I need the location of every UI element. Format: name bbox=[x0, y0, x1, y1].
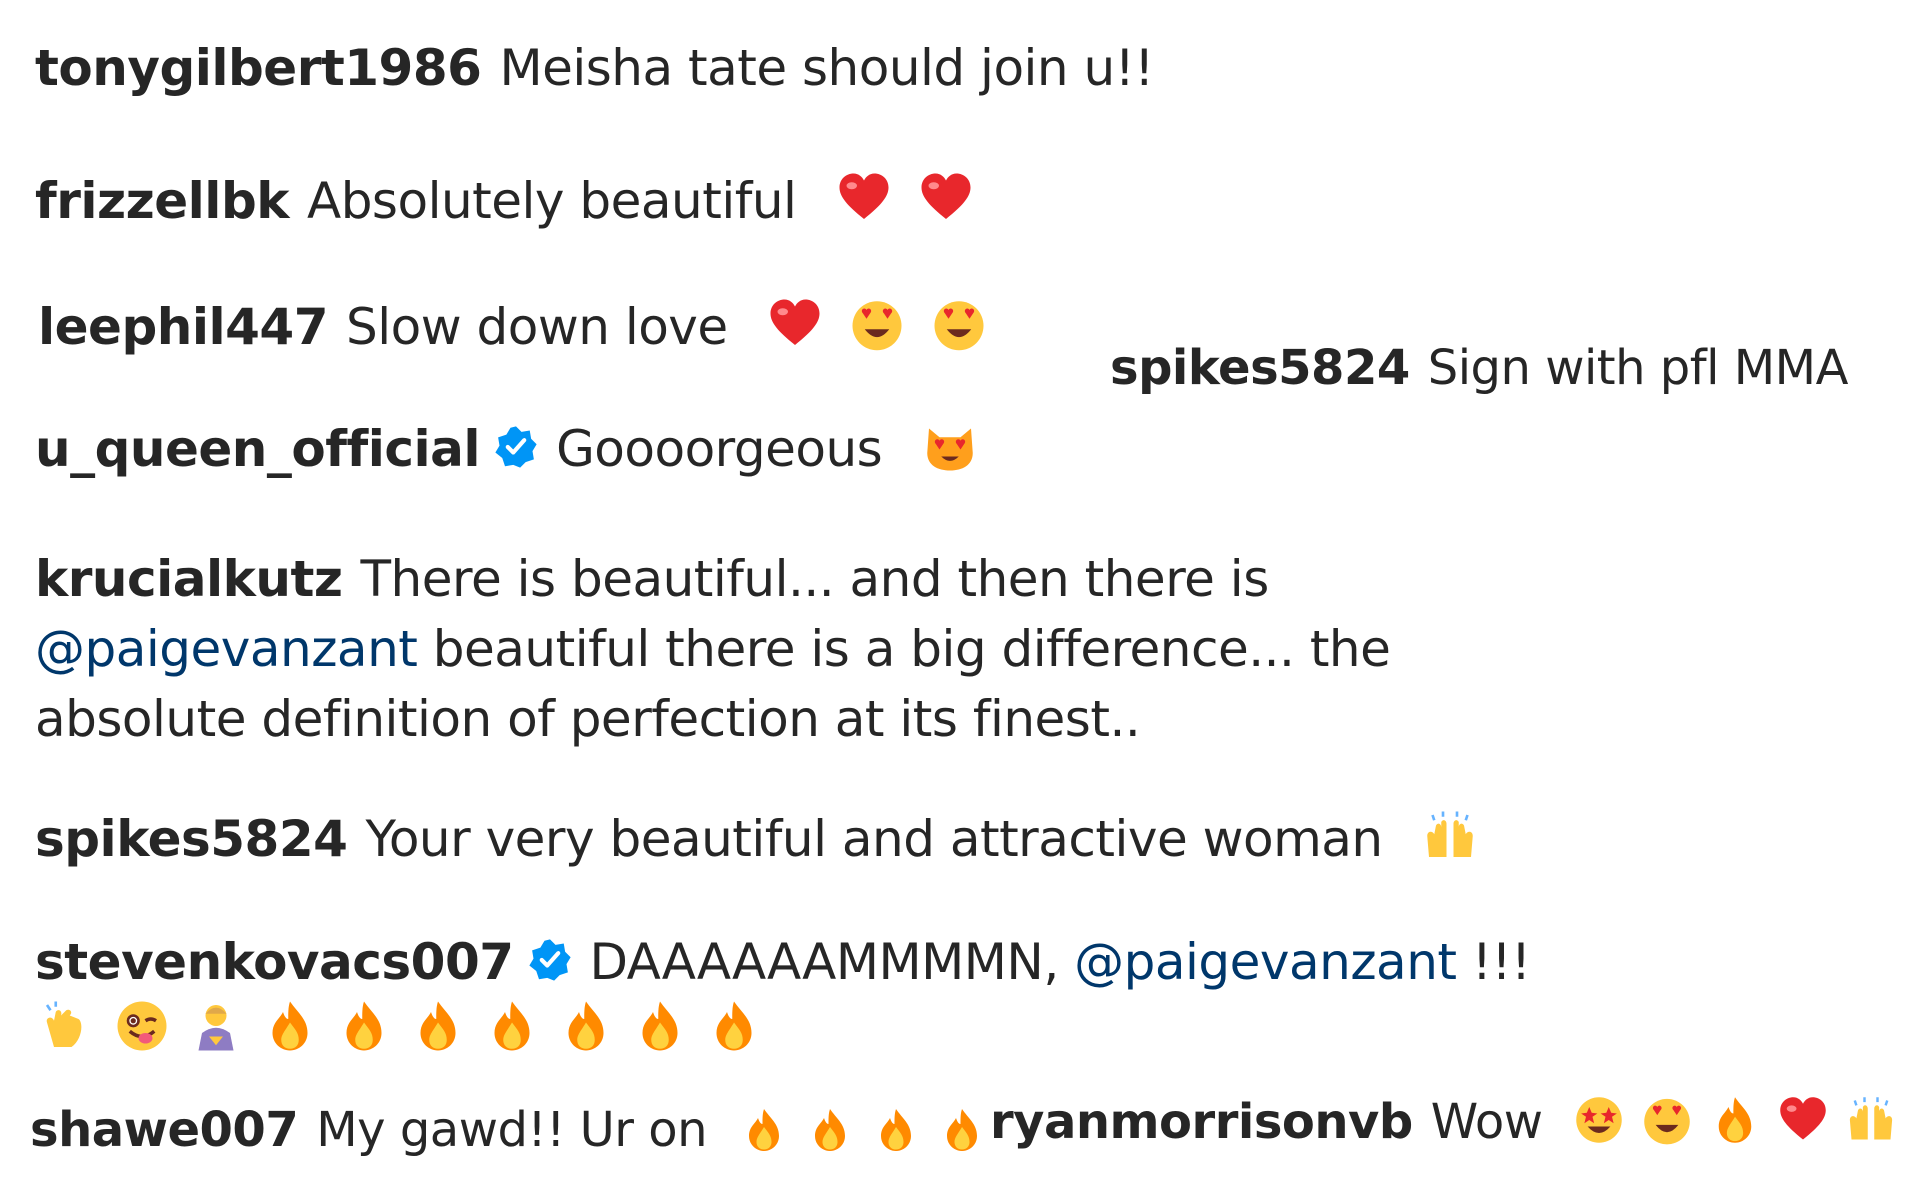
comment-row: krucialkutz There is beautiful... and the… bbox=[35, 544, 1415, 754]
fire-icon bbox=[1709, 1094, 1761, 1146]
comment-username[interactable]: leephil447 bbox=[38, 298, 329, 356]
comment-text: Absolutely beautiful bbox=[306, 172, 797, 230]
raising-hands-icon bbox=[1845, 1094, 1897, 1146]
smiling-face-heart-eyes-icon bbox=[931, 296, 987, 352]
comment-username[interactable]: shawe007 bbox=[30, 1102, 299, 1158]
comment-row: u_queen_official Goooorgeous bbox=[35, 418, 978, 479]
fire-icon bbox=[410, 998, 466, 1054]
comment-row: stevenkovacs007 DAAAAAAMMMMN, @paigevanza… bbox=[35, 932, 1531, 992]
smiling-face-heart-eyes-icon bbox=[1641, 1094, 1693, 1146]
fire-icon bbox=[262, 998, 318, 1054]
comment-text: DAAAAAAMMMMN, bbox=[589, 933, 1060, 991]
smiling-face-heart-eyes-icon bbox=[849, 296, 905, 352]
red-heart-icon bbox=[918, 170, 974, 226]
comment-row: spikes5824 Your very beautiful and attrac… bbox=[35, 808, 1478, 869]
verified-badge-icon bbox=[528, 935, 572, 981]
comment-username[interactable]: spikes5824 bbox=[1110, 340, 1410, 396]
comment-username[interactable]: ryanmorrisonvb bbox=[990, 1094, 1413, 1150]
comment-username[interactable]: tonygilbert1986 bbox=[35, 39, 482, 97]
winking-face-tongue-icon bbox=[114, 998, 170, 1054]
cat-heart-eyes-icon bbox=[922, 418, 978, 474]
comment-row: ryanmorrisonvb Wow bbox=[990, 1094, 1897, 1152]
emoji-group bbox=[922, 418, 978, 474]
comment-text: Goooorgeous bbox=[556, 420, 883, 478]
comment-row: spikes5824 Sign with pfl MMA bbox=[1110, 340, 1848, 398]
mention-link[interactable]: @paigevanzant bbox=[35, 620, 418, 678]
comment-row: tonygilbert1986 Meisha tate should join u… bbox=[35, 38, 1154, 98]
verified-badge-icon bbox=[494, 422, 538, 468]
person-bowing-icon bbox=[188, 998, 244, 1054]
comment-username[interactable]: spikes5824 bbox=[35, 810, 348, 868]
fire-icon bbox=[632, 998, 688, 1054]
comment-row: leephil447 Slow down love bbox=[38, 296, 987, 357]
fire-icon bbox=[558, 998, 614, 1054]
star-struck-icon bbox=[1573, 1094, 1625, 1146]
emoji-group bbox=[40, 998, 762, 1054]
emoji-group bbox=[740, 1106, 986, 1154]
comment-text: Sign with pfl MMA bbox=[1427, 340, 1849, 396]
red-heart-icon bbox=[1777, 1094, 1829, 1146]
comment-username[interactable]: krucialkutz bbox=[35, 550, 343, 608]
comment-text: My gawd!! Ur on bbox=[316, 1102, 708, 1158]
clapping-hands-icon bbox=[40, 998, 96, 1054]
fire-icon bbox=[806, 1106, 854, 1154]
comment-row: shawe007 My gawd!! Ur on bbox=[30, 1102, 986, 1160]
red-heart-icon bbox=[767, 296, 823, 352]
fire-icon bbox=[706, 998, 762, 1054]
red-heart-icon bbox=[836, 170, 892, 226]
emoji-group bbox=[1573, 1094, 1897, 1146]
comment-text: Wow bbox=[1430, 1094, 1543, 1150]
comment-text: !!! bbox=[1471, 933, 1531, 991]
comment-username[interactable]: stevenkovacs007 bbox=[35, 933, 514, 991]
fire-icon bbox=[484, 998, 540, 1054]
comment-text: Your very beautiful and attractive woman bbox=[365, 810, 1383, 868]
raising-hands-icon bbox=[1422, 808, 1478, 864]
comment-username[interactable]: frizzellbk bbox=[35, 172, 289, 230]
fire-icon bbox=[872, 1106, 920, 1154]
emoji-group bbox=[836, 170, 974, 226]
emoji-group bbox=[1422, 808, 1478, 864]
comment-text: There is beautiful... and then there is bbox=[360, 550, 1270, 608]
comment-row: frizzellbk Absolutely beautiful bbox=[35, 170, 974, 231]
fire-icon bbox=[740, 1106, 788, 1154]
mention-link[interactable]: @paigevanzant bbox=[1074, 933, 1457, 991]
comment-username[interactable]: u_queen_official bbox=[35, 420, 481, 478]
comment-text: Slow down love bbox=[346, 298, 728, 356]
emoji-group bbox=[767, 296, 987, 352]
comment-text: Meisha tate should join u!! bbox=[499, 39, 1154, 97]
fire-icon bbox=[938, 1106, 986, 1154]
fire-icon bbox=[336, 998, 392, 1054]
